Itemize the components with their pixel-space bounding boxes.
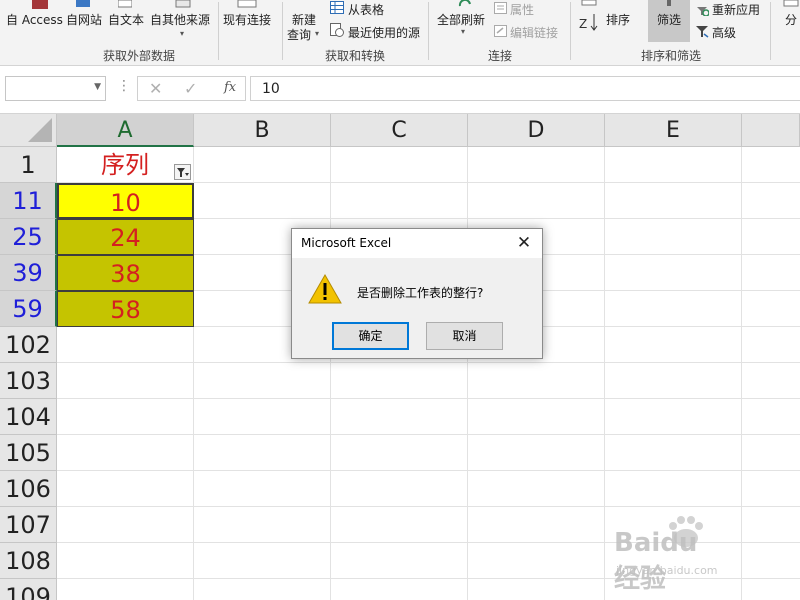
row-header[interactable]: 105 — [0, 435, 57, 471]
drag-handle-icon[interactable]: ⋮ — [117, 78, 131, 94]
cell-value: 序列 — [101, 151, 149, 179]
row-header[interactable]: 104 — [0, 399, 57, 435]
row-header[interactable]: 59 — [0, 291, 57, 327]
web-icon — [76, 0, 90, 7]
sort-button[interactable]: 排序 — [606, 11, 630, 28]
dialog-title: Microsoft Excel — [301, 236, 392, 250]
chevron-down-icon[interactable]: ▾ — [315, 29, 319, 38]
table-cell[interactable]: 24 — [57, 219, 194, 255]
table-icon — [330, 1, 344, 14]
column-header-e[interactable]: E — [605, 114, 742, 147]
from-text-button[interactable]: 自文本 — [108, 11, 144, 28]
refresh-all-button[interactable]: 全部刷新 — [437, 11, 485, 28]
group-label-sort-filter: 排序和筛选 — [641, 49, 702, 63]
filter-label: 筛选 — [657, 13, 682, 27]
filter-button[interactable]: 筛选 — [648, 0, 690, 42]
existing-connections-button[interactable]: 现有连接 — [223, 11, 271, 28]
group-label-get-transform: 获取和转换 — [325, 49, 386, 63]
filter-dropdown-button[interactable] — [174, 164, 191, 180]
row-header[interactable]: 25 — [0, 219, 57, 255]
row-header[interactable]: 102 — [0, 327, 57, 363]
new-query-label-2[interactable]: 查询 — [287, 26, 311, 43]
text-to-columns-icon — [783, 0, 799, 7]
row-header[interactable]: 107 — [0, 507, 57, 543]
from-table-button[interactable]: 从表格 — [348, 1, 384, 18]
dialog-message: 是否删除工作表的整行? — [357, 286, 484, 300]
reapply-button[interactable]: 重新应用 — [712, 1, 760, 18]
group-separator — [770, 2, 771, 60]
ribbon: 自 Access 自网站 自文本 自其他来源 ▾ 获取外部数据 现有连接 新建 … — [0, 0, 800, 66]
group-separator — [282, 2, 283, 60]
properties-button[interactable]: 属性 — [510, 1, 534, 18]
table-cell[interactable]: 10 — [57, 183, 194, 219]
cell-a-header[interactable]: 序列 — [57, 147, 194, 183]
access-icon — [32, 0, 48, 9]
row-header[interactable]: 103 — [0, 363, 57, 399]
column-header-b[interactable]: B — [194, 114, 331, 147]
dialog-titlebar[interactable]: Microsoft Excel ✕ — [292, 229, 542, 258]
row-header[interactable]: 108 — [0, 543, 57, 579]
properties-icon — [494, 2, 507, 14]
confirm-entry-icon[interactable]: ✓ — [184, 79, 197, 98]
chevron-down-icon[interactable]: ▾ — [180, 29, 184, 38]
select-all-button[interactable] — [0, 114, 57, 147]
formula-buttons: ✕ ✓ fx — [137, 76, 246, 101]
row-header[interactable]: 39 — [0, 255, 57, 291]
funnel-icon — [667, 0, 671, 6]
group-label-get-external-data: 获取外部数据 — [103, 49, 176, 63]
watermark-brand: Baidu经验 — [614, 528, 698, 594]
advanced-button[interactable]: 高级 — [712, 24, 736, 41]
text-file-icon — [118, 0, 132, 8]
chevron-down-icon[interactable]: ▾ — [461, 27, 465, 36]
cancel-entry-icon[interactable]: ✕ — [149, 79, 162, 98]
name-box[interactable]: ▼ — [5, 76, 106, 101]
dialog-body: 是否删除工作表的整行? 确定 取消 — [292, 258, 542, 358]
ok-button[interactable]: 确定 — [332, 322, 409, 350]
advanced-filter-icon — [696, 26, 709, 38]
row-header[interactable]: 1 — [0, 147, 57, 183]
from-access-button[interactable]: 自 Access — [6, 11, 63, 28]
select-all-triangle-icon — [28, 118, 52, 142]
sort-az-icon: Z — [579, 0, 598, 31]
group-separator — [570, 2, 571, 60]
insert-function-button[interactable]: fx — [224, 80, 236, 95]
group-separator — [428, 2, 429, 60]
other-sources-icon — [175, 0, 191, 8]
column-header-a[interactable]: A — [57, 114, 194, 147]
column-header-f[interactable] — [742, 114, 800, 147]
formula-input[interactable]: 10 — [250, 76, 800, 101]
text-to-columns-button[interactable]: 分 — [785, 11, 797, 28]
cancel-button[interactable]: 取消 — [426, 322, 503, 350]
watermark-url: jingyan.baidu.com — [616, 564, 718, 577]
from-other-sources-button[interactable]: 自其他来源 — [150, 11, 210, 28]
row-header[interactable]: 106 — [0, 471, 57, 507]
excel-window: 自 Access 自网站 自文本 自其他来源 ▾ 获取外部数据 现有连接 新建 … — [0, 0, 800, 600]
edit-links-icon — [494, 25, 507, 37]
table-cell[interactable]: 38 — [57, 255, 194, 291]
reapply-icon — [697, 7, 709, 16]
group-separator — [218, 2, 219, 60]
warning-icon — [308, 274, 342, 304]
table-cell[interactable]: 58 — [57, 291, 194, 327]
column-header-c[interactable]: C — [331, 114, 468, 147]
formula-value: 10 — [262, 81, 280, 97]
edit-links-button[interactable]: 编辑链接 — [510, 24, 558, 41]
formula-bar: ▼ ⋮ ✕ ✓ fx 10 — [0, 66, 800, 114]
close-icon[interactable]: ✕ — [510, 231, 538, 255]
row-header[interactable]: 109 — [0, 579, 57, 600]
recent-sources-button[interactable]: 最近使用的源 — [348, 24, 420, 41]
from-web-button[interactable]: 自网站 — [66, 11, 102, 28]
refresh-icon — [458, 0, 471, 7]
confirm-delete-dialog: Microsoft Excel ✕ 是否删除工作表的整行? 确定 取消 — [291, 228, 543, 359]
row-header[interactable]: 11 — [0, 183, 57, 219]
svg-text:Z: Z — [579, 17, 587, 31]
column-header-d[interactable]: D — [468, 114, 605, 147]
active-filter-icon — [177, 168, 189, 177]
recent-sources-icon — [330, 23, 344, 37]
chevron-down-icon[interactable]: ▼ — [94, 82, 101, 92]
group-label-connections: 连接 — [488, 49, 513, 63]
existing-connections-icon — [237, 0, 257, 8]
